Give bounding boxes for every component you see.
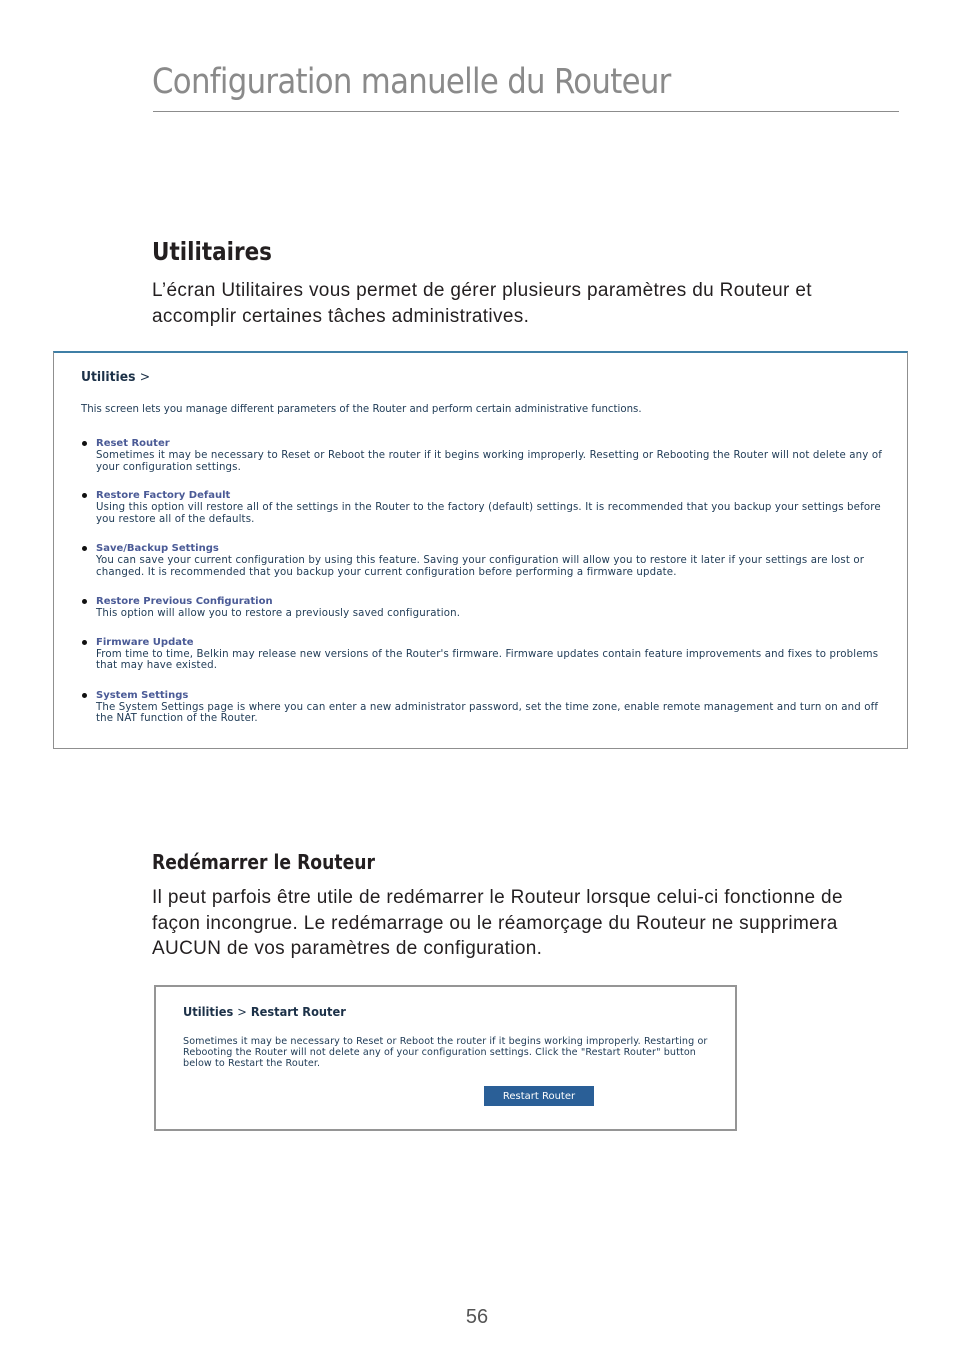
utilities-screenshot: Utilities > This screen lets you manage … <box>53 351 908 749</box>
item-description: The System Settings page is where you ca… <box>96 701 879 725</box>
utilities-list: Reset Router Sometimes it may be necessa… <box>81 437 891 725</box>
breadcrumb-separator: > <box>237 1005 247 1019</box>
utilities-heading: Utilitaires <box>152 237 272 266</box>
bullet-icon <box>82 441 87 446</box>
item-description: This option will allow you to restore a … <box>96 608 461 619</box>
list-item: Firmware Update From time to time, Belki… <box>81 636 891 672</box>
title-divider <box>153 111 899 112</box>
restart-heading: Redémarrer le Routeur <box>152 850 375 874</box>
breadcrumb-utilities[interactable]: Utilities <box>183 1005 233 1019</box>
bullet-icon <box>82 639 87 645</box>
bullet-icon <box>82 692 87 698</box>
list-item: Restore Previous Configuration This opti… <box>81 595 891 620</box>
restart-router-screenshot: Utilities > Restart Router Sometimes it … <box>154 985 737 1131</box>
bullet-icon <box>82 599 87 604</box>
restart-router-button[interactable]: Restart Router <box>484 1086 594 1106</box>
page-title: Configuration manuelle du Routeur <box>152 62 671 102</box>
restart-paragraph: Il peut parfois être utile de redémarrer… <box>152 887 843 959</box>
list-item: Restore Factory Default Using this optio… <box>81 489 891 525</box>
item-description: Sometimes it may be necessary to Reset o… <box>96 450 882 473</box>
breadcrumb-current: Restart Router <box>250 1005 346 1019</box>
list-item: System Settings The System Settings page… <box>81 689 891 725</box>
item-description: From time to time, Belkin may release ne… <box>96 648 879 672</box>
bullet-icon <box>82 493 87 498</box>
save-backup-settings-link[interactable]: Save/Backup Settings <box>96 542 891 555</box>
list-item: Reset Router Sometimes it may be necessa… <box>81 437 891 473</box>
utilities-intro: This screen lets you manage different pa… <box>81 404 642 415</box>
breadcrumb-utilities[interactable]: Utilities <box>81 370 136 385</box>
utilities-paragraph: L’écran Utilitaires vous permet de gérer… <box>152 280 812 327</box>
restore-previous-configuration-link[interactable]: Restore Previous Configuration <box>96 595 891 608</box>
restart-description: Sometimes it may be necessary to Reset o… <box>183 1036 708 1070</box>
reset-router-link[interactable]: Reset Router <box>96 437 891 450</box>
breadcrumb-separator: > <box>139 370 151 385</box>
system-settings-link[interactable]: System Settings <box>96 689 891 702</box>
restore-factory-default-link[interactable]: Restore Factory Default <box>96 489 891 502</box>
list-item: Save/Backup Settings You can save your c… <box>81 542 891 578</box>
item-description: You can save your current configuration … <box>96 555 865 578</box>
bullet-icon <box>82 546 87 551</box>
firmware-update-link[interactable]: Firmware Update <box>96 636 891 649</box>
page-number: 56 <box>465 1306 489 1328</box>
breadcrumb: Utilities > <box>81 370 150 385</box>
item-description: Using this option vill restore all of th… <box>96 502 881 525</box>
breadcrumb: Utilities > Restart Router <box>183 1005 346 1019</box>
